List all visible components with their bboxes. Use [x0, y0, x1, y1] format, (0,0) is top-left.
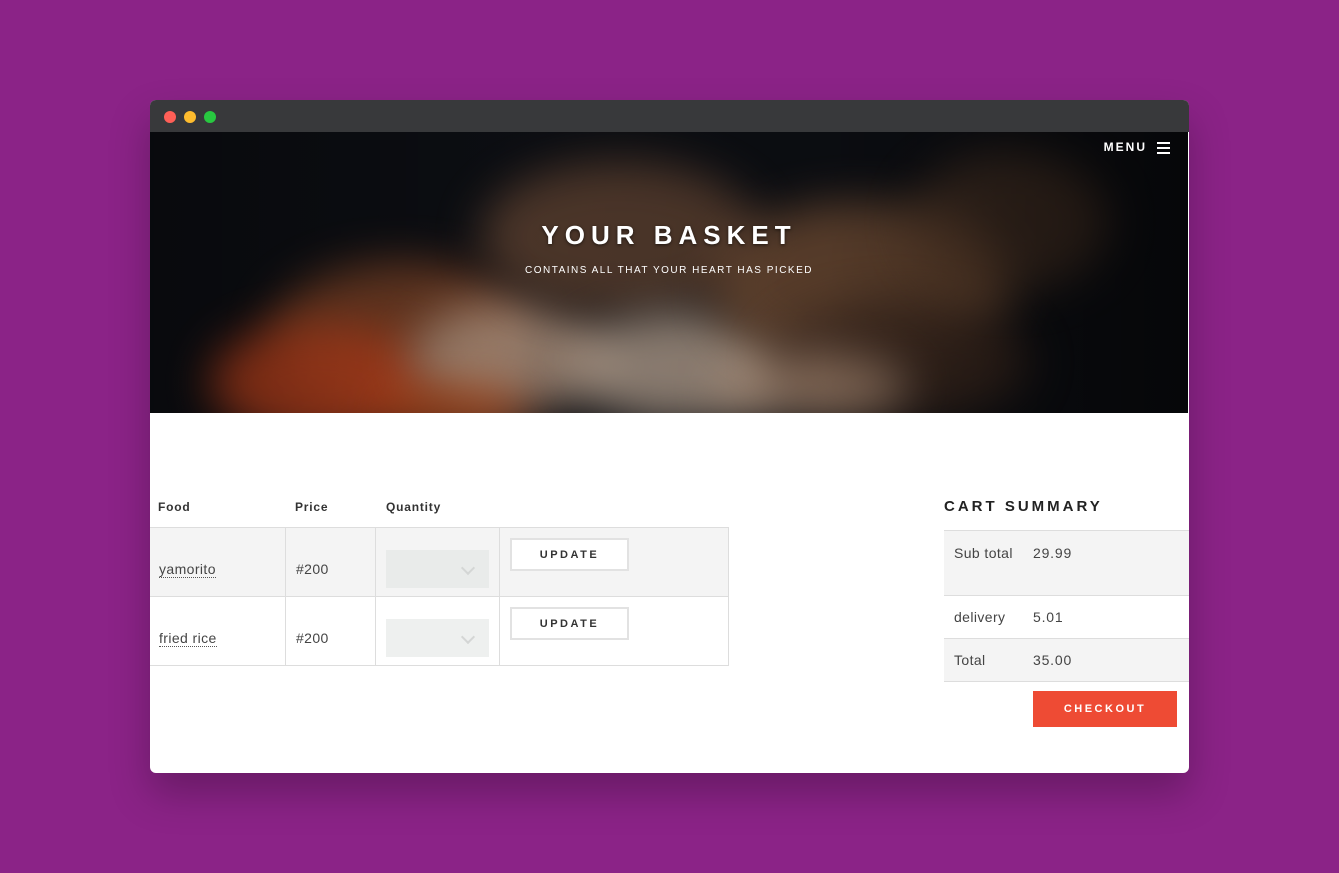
item-price: #200	[296, 561, 329, 577]
page-subtitle: CONTAINS ALL THAT YOUR HEART HAS PICKED	[524, 265, 813, 276]
food-link[interactable]: fried rice	[159, 630, 217, 647]
update-button[interactable]: UPDATE	[510, 607, 629, 640]
summary-value: 29.99	[1033, 545, 1073, 561]
hamburger-icon	[1157, 141, 1170, 154]
summary-value: 5.01	[1033, 609, 1064, 625]
update-button[interactable]: UPDATE	[510, 538, 629, 571]
column-header-quantity: Quantity	[386, 500, 442, 514]
summary-label: delivery	[954, 609, 1006, 625]
item-price: #200	[296, 630, 329, 646]
browser-window: MENU YOUR BASKET CONTAINS ALL THAT YOUR …	[150, 100, 1189, 773]
chevron-down-icon	[460, 560, 476, 576]
column-header-food: Food	[158, 500, 191, 514]
minimize-window-button[interactable]	[184, 111, 196, 123]
maximize-window-button[interactable]	[204, 111, 216, 123]
summary-label: Total	[954, 652, 986, 668]
cart-summary-title: CART SUMMARY	[944, 498, 1103, 515]
column-header-price: Price	[295, 500, 329, 514]
table-row: yamorito #200 UPDATE	[150, 527, 729, 597]
chevron-down-icon	[460, 629, 476, 645]
page-title: YOUR BASKET	[541, 220, 797, 250]
close-window-button[interactable]	[164, 111, 176, 123]
table-row: fried rice #200 UPDATE	[150, 596, 729, 666]
summary-row-delivery: delivery 5.01	[944, 595, 1189, 638]
summary-row-total: Total 35.00	[944, 638, 1189, 682]
hero-banner: MENU YOUR BASKET CONTAINS ALL THAT YOUR …	[150, 132, 1188, 413]
summary-row-subtotal: Sub total 29.99	[944, 530, 1189, 595]
quantity-select[interactable]	[386, 619, 489, 657]
menu-label: MENU	[1103, 140, 1147, 154]
summary-value: 35.00	[1033, 652, 1073, 668]
food-link[interactable]: yamorito	[159, 561, 216, 578]
menu-button[interactable]: MENU	[1104, 140, 1170, 154]
quantity-select[interactable]	[386, 550, 489, 588]
window-titlebar	[150, 100, 1189, 132]
checkout-button[interactable]: CHECKOUT	[1033, 691, 1177, 727]
summary-label: Sub total	[954, 545, 1013, 561]
